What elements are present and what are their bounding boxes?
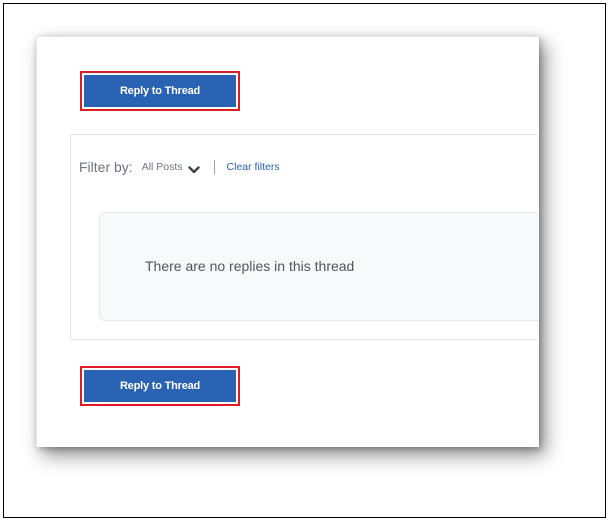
reply-to-thread-button-top[interactable]: Reply to Thread — [80, 71, 240, 111]
filter-bar: Filter by: All Posts Clear filters — [79, 157, 280, 177]
reply-to-thread-label: Reply to Thread — [84, 370, 236, 402]
empty-replies-message: There are no replies in this thread — [145, 258, 355, 274]
filter-label: Filter by: — [79, 159, 133, 175]
clear-filters-link[interactable]: Clear filters — [227, 161, 280, 173]
chevron-down-icon[interactable] — [187, 162, 200, 174]
replies-container: Filter by: All Posts Clear filters There… — [70, 134, 539, 340]
filter-separator — [213, 160, 215, 174]
empty-replies-box: There are no replies in this thread — [99, 212, 539, 321]
reply-to-thread-button-bottom[interactable]: Reply to Thread — [80, 366, 240, 406]
filter-select-value[interactable]: All Posts — [142, 161, 183, 173]
reply-to-thread-label: Reply to Thread — [84, 75, 236, 107]
